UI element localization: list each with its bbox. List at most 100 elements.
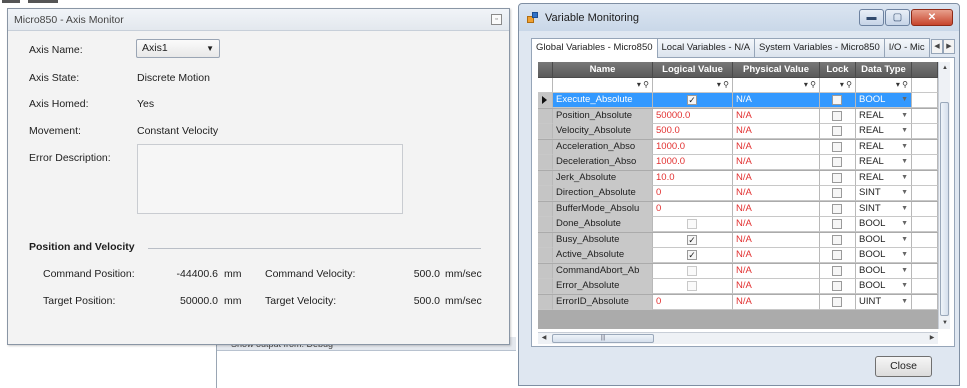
logical-checkbox[interactable] bbox=[687, 265, 697, 276]
row-selector[interactable] bbox=[538, 93, 553, 108]
logical-checkbox[interactable] bbox=[687, 219, 697, 229]
filter-type[interactable]: ▾ ⚲ bbox=[856, 78, 912, 93]
lock-checkbox[interactable] bbox=[832, 188, 842, 198]
table-row[interactable]: CommandAbort_Ab N/A BOOL ▼ bbox=[538, 263, 938, 279]
data-type-cell[interactable]: BOOL ▼ bbox=[856, 279, 912, 294]
data-type-cell[interactable]: SINT ▼ bbox=[856, 186, 912, 201]
pin-icon[interactable]: ▫ bbox=[491, 14, 502, 25]
chevron-down-icon[interactable]: ▼ bbox=[901, 140, 908, 154]
logical-checkbox[interactable] bbox=[687, 281, 697, 291]
table-row[interactable]: Position_Absolute 50000.0 N/A REAL ▼ bbox=[538, 108, 938, 124]
logical-checkbox[interactable]: ✓ bbox=[687, 234, 697, 245]
axis-name-select[interactable]: Axis1 ▼ bbox=[136, 39, 220, 58]
chevron-down-icon[interactable]: ▼ bbox=[901, 124, 908, 138]
window-close-button[interactable]: ✕ bbox=[911, 9, 953, 26]
lock-cell[interactable] bbox=[820, 155, 856, 170]
data-type-cell[interactable]: REAL ▼ bbox=[856, 124, 912, 139]
chevron-down-icon[interactable]: ▼ bbox=[901, 217, 908, 231]
chevron-down-icon[interactable]: ▼ bbox=[901, 264, 908, 278]
horizontal-scrollbar[interactable]: ◀ ||| ▶ bbox=[538, 332, 938, 344]
logical-value-cell[interactable]: 500.0 bbox=[653, 124, 733, 139]
data-type-cell[interactable]: BOOL ▼ bbox=[856, 217, 912, 232]
logical-value-cell[interactable] bbox=[653, 263, 733, 279]
lock-cell[interactable] bbox=[820, 93, 856, 108]
table-row[interactable]: Active_Absolute ✓ N/A BOOL ▼ bbox=[538, 248, 938, 263]
row-selector[interactable] bbox=[538, 155, 553, 170]
lock-cell[interactable] bbox=[820, 201, 856, 217]
lock-cell[interactable] bbox=[820, 232, 856, 248]
logical-value-cell[interactable]: ✓ bbox=[653, 232, 733, 248]
logical-value-cell[interactable]: 10.0 bbox=[653, 170, 733, 186]
chevron-down-icon[interactable]: ▼ bbox=[901, 295, 908, 309]
lock-checkbox[interactable] bbox=[832, 172, 842, 183]
row-selector[interactable] bbox=[538, 139, 553, 155]
column-header-logical-value[interactable]: Logical Value bbox=[653, 62, 733, 78]
table-row[interactable]: Done_Absolute N/A BOOL ▼ bbox=[538, 217, 938, 232]
lock-checkbox[interactable] bbox=[832, 296, 842, 307]
logical-value-cell[interactable]: 1000.0 bbox=[653, 139, 733, 155]
data-type-cell[interactable]: REAL ▼ bbox=[856, 108, 912, 124]
vertical-scroll-thumb[interactable] bbox=[940, 102, 949, 316]
row-selector[interactable] bbox=[538, 232, 553, 248]
chevron-down-icon[interactable]: ▼ bbox=[901, 93, 908, 107]
table-row[interactable]: Direction_Absolute 0 N/A SINT ▼ bbox=[538, 186, 938, 201]
vertical-scrollbar[interactable]: ▲ ▼ bbox=[938, 62, 950, 329]
logical-value-cell[interactable]: 0 bbox=[653, 294, 733, 310]
chevron-down-icon[interactable]: ▼ bbox=[901, 186, 908, 200]
column-header-name[interactable]: Name bbox=[553, 62, 653, 78]
table-row[interactable]: BufferMode_Absolu 0 N/A SINT ▼ bbox=[538, 201, 938, 217]
scroll-left-icon[interactable]: ◀ bbox=[538, 333, 550, 344]
row-selector[interactable] bbox=[538, 294, 553, 310]
row-selector[interactable] bbox=[538, 108, 553, 124]
lock-checkbox[interactable] bbox=[832, 95, 842, 105]
logical-value-cell[interactable]: ✓ bbox=[653, 248, 733, 263]
table-row[interactable]: Acceleration_Abso 1000.0 N/A REAL ▼ bbox=[538, 139, 938, 155]
filter-logical[interactable]: ▾ ⚲ bbox=[653, 78, 733, 93]
scroll-right-icon[interactable]: ▶ bbox=[926, 333, 938, 344]
data-type-cell[interactable]: UINT ▼ bbox=[856, 294, 912, 310]
tab-system-variables[interactable]: System Variables - Micro850 bbox=[754, 38, 885, 57]
logical-value-cell[interactable]: 1000.0 bbox=[653, 155, 733, 170]
filter-name[interactable]: ▾ ⚲ bbox=[553, 78, 653, 93]
data-type-cell[interactable]: REAL ▼ bbox=[856, 155, 912, 170]
chevron-down-icon[interactable]: ▼ bbox=[901, 202, 908, 216]
lock-cell[interactable] bbox=[820, 170, 856, 186]
chevron-down-icon[interactable]: ▼ bbox=[901, 233, 908, 247]
filter-physical[interactable]: ▾ ⚲ bbox=[733, 78, 820, 93]
logical-checkbox[interactable]: ✓ bbox=[687, 250, 697, 260]
table-row[interactable]: Velocity_Absolute 500.0 N/A REAL ▼ bbox=[538, 124, 938, 139]
lock-cell[interactable] bbox=[820, 139, 856, 155]
tab-global-variables[interactable]: Global Variables - Micro850 bbox=[531, 38, 658, 58]
table-row[interactable]: Busy_Absolute ✓ N/A BOOL ▼ bbox=[538, 232, 938, 248]
lock-cell[interactable] bbox=[820, 279, 856, 294]
table-row[interactable]: Error_Absolute N/A BOOL ▼ bbox=[538, 279, 938, 294]
chevron-down-icon[interactable]: ▼ bbox=[901, 171, 908, 185]
row-selector[interactable] bbox=[538, 248, 553, 263]
logical-checkbox[interactable]: ✓ bbox=[687, 95, 697, 105]
chevron-down-icon[interactable]: ▼ bbox=[901, 109, 908, 123]
lock-checkbox[interactable] bbox=[832, 157, 842, 167]
tab-io[interactable]: I/O - Mic bbox=[883, 38, 930, 57]
data-type-cell[interactable]: BOOL ▼ bbox=[856, 93, 912, 108]
filter-lock[interactable]: ▾ ⚲ bbox=[820, 78, 856, 93]
logical-value-cell[interactable]: 50000.0 bbox=[653, 108, 733, 124]
lock-cell[interactable] bbox=[820, 108, 856, 124]
lock-cell[interactable] bbox=[820, 124, 856, 139]
table-row[interactable]: Execute_Absolute ✓ N/A BOOL ▼ bbox=[538, 93, 938, 108]
lock-checkbox[interactable] bbox=[832, 281, 842, 291]
data-type-cell[interactable]: BOOL ▼ bbox=[856, 232, 912, 248]
table-row[interactable]: Deceleration_Abso 1000.0 N/A REAL ▼ bbox=[538, 155, 938, 170]
scroll-down-icon[interactable]: ▼ bbox=[939, 317, 951, 329]
row-selector[interactable] bbox=[538, 170, 553, 186]
lock-cell[interactable] bbox=[820, 186, 856, 201]
row-selector[interactable] bbox=[538, 186, 553, 201]
lock-checkbox[interactable] bbox=[832, 234, 842, 245]
minimize-button[interactable]: ▬ bbox=[859, 9, 884, 26]
logical-value-cell[interactable] bbox=[653, 279, 733, 294]
horizontal-scroll-thumb[interactable]: ||| bbox=[552, 334, 654, 343]
data-type-cell[interactable]: REAL ▼ bbox=[856, 139, 912, 155]
close-button[interactable]: Close bbox=[875, 356, 932, 377]
maximize-button[interactable]: ▢ bbox=[885, 9, 910, 26]
lock-cell[interactable] bbox=[820, 294, 856, 310]
row-selector[interactable] bbox=[538, 217, 553, 232]
